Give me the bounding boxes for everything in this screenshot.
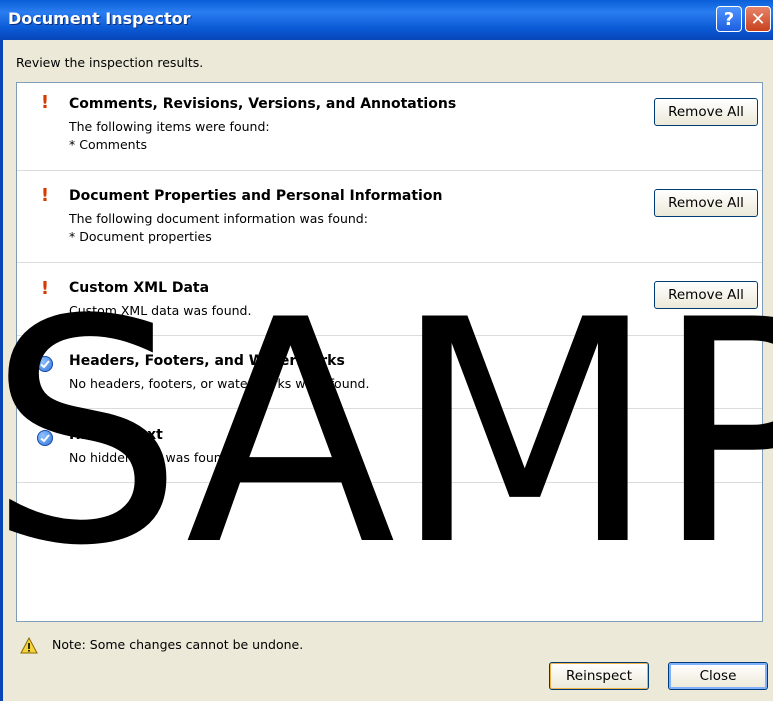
result-section-properties: ! Document Properties and Personal Infor… (17, 175, 762, 268)
result-section-comments: ! Comments, Revisions, Versions, and Ann… (17, 83, 762, 176)
section-title: Hidden Text (69, 427, 163, 443)
undo-warning-note: Note: Some changes cannot be undone. (52, 637, 304, 652)
dialog-title: Document Inspector (8, 9, 191, 28)
section-detail: No hidden text was found. (69, 450, 234, 465)
section-divider (17, 408, 762, 409)
result-section-headers-footers: Headers, Footers, and Watermarks No head… (17, 341, 762, 409)
reinspect-button[interactable]: Reinspect (549, 662, 649, 690)
exclamation-icon: ! (40, 92, 50, 113)
section-detail: No headers, footers, or watermarks were … (69, 376, 370, 391)
section-detail: Custom XML data was found. (69, 303, 252, 318)
window-border (0, 40, 3, 701)
result-section-hidden-text: Hidden Text No hidden text was found. (17, 415, 762, 483)
exclamation-icon: ! (40, 185, 50, 206)
section-title: Document Properties and Personal Informa… (69, 188, 443, 204)
section-title: Custom XML Data (69, 280, 210, 296)
section-detail: The following items were found: (69, 119, 270, 134)
section-title: Headers, Footers, and Watermarks (69, 353, 345, 369)
warning-icon (20, 636, 38, 655)
instructions-text: Review the inspection results. (16, 55, 204, 70)
help-button[interactable]: ? (716, 6, 742, 32)
remove-all-custom-xml-button[interactable]: Remove All (654, 281, 758, 309)
result-section-custom-xml: ! Custom XML Data Custom XML data was fo… (17, 268, 762, 336)
exclamation-icon: ! (40, 278, 50, 299)
checkmark-icon (37, 356, 53, 372)
remove-all-properties-button[interactable]: Remove All (654, 189, 758, 217)
section-divider (17, 262, 762, 263)
section-divider (17, 335, 762, 336)
section-divider (17, 482, 762, 483)
remove-all-comments-button[interactable]: Remove All (654, 98, 758, 126)
section-detail: The following document information was f… (69, 211, 368, 226)
section-detail-item: * Document properties (69, 229, 212, 244)
section-divider (17, 170, 762, 171)
close-button[interactable]: Close (668, 662, 768, 690)
title-bar[interactable]: Document Inspector ? ✕ (0, 0, 773, 40)
document-inspector-dialog: Document Inspector ? ✕ Review the inspec… (0, 0, 773, 701)
section-detail-item: * Comments (69, 137, 147, 152)
results-panel: ! Comments, Revisions, Versions, and Ann… (16, 82, 763, 622)
close-window-button[interactable]: ✕ (745, 6, 771, 32)
section-title: Comments, Revisions, Versions, and Annot… (69, 96, 457, 112)
checkmark-icon (37, 430, 53, 446)
